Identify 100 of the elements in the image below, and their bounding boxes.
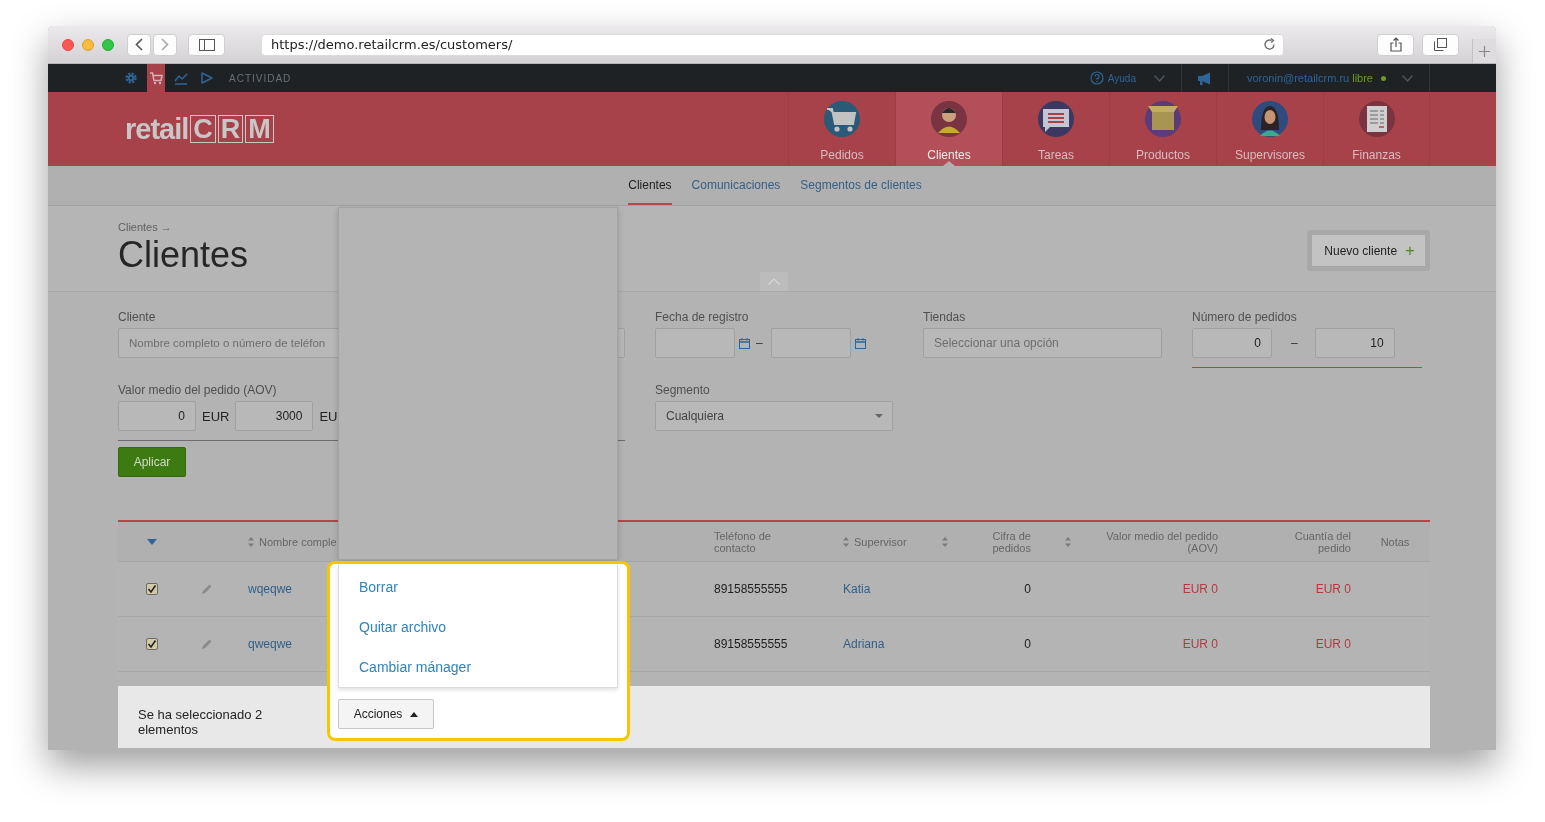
table-cell: EUR 0: [1182, 637, 1218, 651]
calendar-icon[interactable]: [854, 337, 866, 349]
minimize-button[interactable]: [82, 38, 94, 51]
user-link[interactable]: voronin@retailcrm.ru: [1246, 72, 1350, 84]
table-cell: 0: [1024, 582, 1031, 596]
tabs-button[interactable]: [1422, 33, 1459, 56]
range-dash: –: [756, 336, 763, 350]
column-header[interactable]: Cifra de pedidos: [967, 529, 1031, 554]
number-field[interactable]: 3000: [235, 401, 314, 431]
back-button[interactable]: [127, 33, 151, 56]
caret-up-icon: [410, 711, 419, 717]
number-field[interactable]: 0: [118, 401, 196, 431]
chevron-right-icon: [161, 38, 169, 51]
cart-icon: [823, 100, 861, 138]
cart-button[interactable]: [147, 64, 165, 92]
filter-label: Cliente: [118, 310, 157, 324]
logo-letter: C: [190, 115, 216, 143]
person-icon: [1251, 100, 1289, 138]
filter-label: Tiendas: [923, 310, 967, 324]
new-tab-button[interactable]: [1472, 39, 1496, 63]
table-link[interactable]: Adriana: [843, 637, 885, 651]
table-link[interactable]: qweqwe: [248, 637, 293, 651]
caret-down-icon[interactable]: [146, 538, 157, 545]
table-cell: EUR 0: [1315, 637, 1351, 651]
forward-button[interactable]: [153, 33, 177, 56]
checkbox[interactable]: [145, 638, 158, 650]
date-field[interactable]: [655, 328, 735, 358]
person-icon: [930, 100, 968, 138]
share-icon: [1389, 37, 1402, 52]
column-header[interactable]: Nombre comple: [259, 535, 337, 548]
sub-tab[interactable]: Segmentos de clientes: [800, 166, 922, 205]
reload-icon: [1263, 38, 1276, 51]
date-field[interactable]: [770, 328, 851, 358]
number-field[interactable]: 10: [1314, 328, 1395, 358]
sort-icon[interactable]: [843, 536, 849, 547]
close-button[interactable]: [62, 38, 74, 51]
new-client-button[interactable]: Nuevo cliente +: [1307, 230, 1430, 271]
column-header: Cuantía del pedido: [1293, 529, 1351, 554]
number-field[interactable]: 0: [1192, 328, 1272, 358]
play-icon: [200, 71, 214, 85]
column-header[interactable]: Supervisor: [854, 535, 907, 548]
table-cell: 89158555555: [714, 637, 788, 651]
table-cell: 89158555555: [714, 582, 788, 596]
checkbox[interactable]: [145, 583, 158, 595]
sort-icon[interactable]: [248, 536, 254, 547]
tabs-icon: [1434, 38, 1447, 51]
module-tab[interactable]: Clientes: [895, 92, 1002, 166]
module-tab[interactable]: Productos: [1109, 92, 1216, 166]
module-tab[interactable]: Supervisores: [1216, 92, 1323, 166]
sort-icon[interactable]: [942, 536, 948, 547]
sidebar-button[interactable]: [188, 33, 225, 56]
column-header[interactable]: Valor medio del pedido (AOV): [1098, 529, 1218, 554]
chevron-up-icon: [768, 278, 780, 285]
calendar-icon[interactable]: [739, 337, 750, 349]
breadcrumb[interactable]: Clientes →: [118, 221, 249, 233]
logo-text: retail: [125, 112, 189, 146]
section-label: ACTIVIDAD: [229, 72, 292, 84]
table-cell: 0: [1024, 637, 1031, 651]
filter-label: Segmento: [655, 383, 711, 397]
maximize-button[interactable]: [102, 38, 114, 51]
pencil-icon[interactable]: [200, 638, 213, 650]
logo-letter: M: [245, 115, 274, 143]
chevron-down-icon[interactable]: [1153, 74, 1165, 82]
help-icon[interactable]: [1089, 71, 1104, 85]
cart-icon: [149, 71, 163, 85]
module-tab[interactable]: Finanzas: [1323, 92, 1430, 166]
document-icon: [1357, 100, 1396, 138]
chevron-left-icon: [135, 38, 143, 51]
apply-button[interactable]: Aplicar: [118, 447, 186, 477]
select-field[interactable]: Cualquiera: [655, 401, 893, 431]
share-button[interactable]: [1377, 33, 1414, 56]
select-field[interactable]: Seleccionar una opción: [923, 328, 1162, 358]
selection-text: Se ha seleccionado 2 elementos: [138, 707, 264, 737]
filter-label: Valor medio del pedido (AOV): [118, 383, 278, 397]
sort-icon[interactable]: [1065, 536, 1071, 547]
plan-label: libre: [1352, 72, 1373, 84]
logo-letter: R: [217, 115, 244, 143]
speech-bubble-icon: [1037, 100, 1075, 138]
table-link[interactable]: wqeqwe: [248, 582, 293, 596]
currency-label: EUR: [202, 408, 230, 424]
menu-item[interactable]: Borrar: [339, 567, 617, 607]
sub-tab[interactable]: Comunicaciones: [691, 166, 781, 205]
help-link[interactable]: Ayuda: [1107, 72, 1136, 84]
filter-label: Número de pedidos: [1192, 310, 1298, 324]
box-icon: [1144, 100, 1182, 138]
chevron-down-icon[interactable]: [1402, 74, 1413, 82]
actions-button[interactable]: Acciones: [338, 699, 434, 729]
table-cell: EUR 0: [1315, 582, 1351, 596]
settings-icon: [124, 71, 138, 85]
sidebar-icon: [198, 38, 215, 51]
table-cell: EUR 0: [1182, 582, 1218, 596]
address-field[interactable]: https://demo.retailcrm.es/customers/: [261, 33, 1284, 56]
module-tab[interactable]: Tareas: [1002, 92, 1109, 166]
column-header: Teléfono de contacto: [714, 529, 772, 554]
pencil-icon[interactable]: [200, 583, 213, 595]
range-dash: –: [1291, 336, 1298, 350]
status-dot: [1381, 75, 1386, 81]
plus-icon: [1479, 45, 1490, 57]
megaphone-icon[interactable]: [1196, 71, 1213, 85]
table-link[interactable]: Katia: [843, 582, 871, 596]
